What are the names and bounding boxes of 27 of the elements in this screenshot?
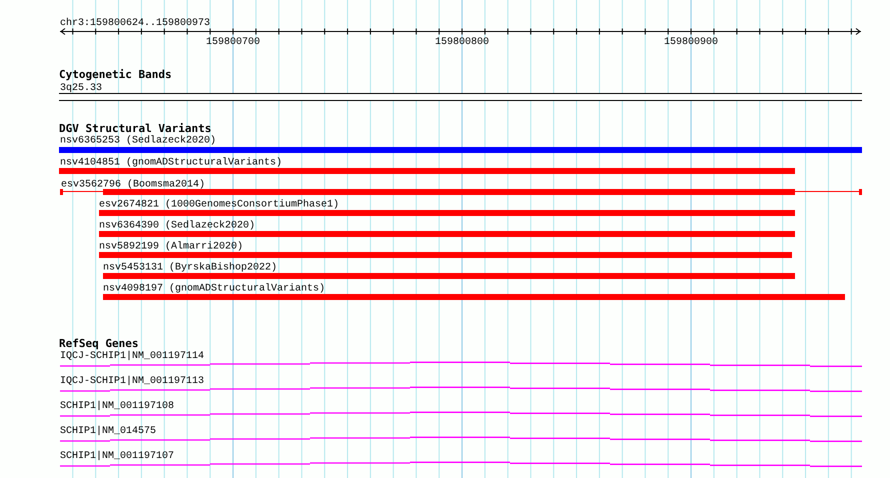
track-title: DGV Structural Variants: [59, 122, 212, 135]
gene-label: SCHIP1|NM_001197108: [60, 401, 174, 412]
gene-line[interactable]: [59, 436, 863, 442]
variant-label: esv2674821 (1000GenomesConsortiumPhase1): [99, 200, 340, 210]
variant-label: nsv5453131 (ByrskaBishop2022): [103, 262, 278, 274]
variant-label: esv3562796 (Boomsma2014): [61, 180, 206, 190]
location-label: chr3:159800624..159800973: [60, 18, 210, 29]
variant-bar[interactable]: [60, 189, 862, 195]
gene-label: SCHIP1|NM_014575: [60, 426, 156, 437]
variant-label: nsv6365253 (Sedlazeck2020): [60, 136, 216, 146]
band-label: 3q25.33: [60, 83, 102, 94]
gene-label: IQCJ-SCHIP1|NM_001197113: [60, 376, 204, 387]
gene-line[interactable]: [59, 462, 863, 467]
gene-line[interactable]: [59, 362, 863, 367]
variant-label: nsv4104851 (gnomADStructuralVariants): [60, 158, 282, 168]
gene-line[interactable]: [59, 412, 863, 417]
tick-label: 159800800: [435, 37, 490, 48]
variant-label: nsv6364390 (Sedlazeck2020): [99, 220, 256, 232]
gene-label: SCHIP1|NM_001197107: [60, 451, 174, 462]
track-title: RefSeq Genes: [59, 337, 138, 350]
tick-label: 159800900: [664, 37, 718, 48]
variant-label: nsv5892199 (Almarri2020): [99, 242, 244, 252]
tick-label: 159800700: [206, 37, 260, 48]
gene-line[interactable]: [59, 386, 863, 392]
track-title: Cytogenetic Bands: [59, 68, 172, 81]
variant-label: nsv4098197 (gnomADStructuralVariants): [103, 284, 326, 294]
gene-label: IQCJ-SCHIP1|NM_001197114: [60, 351, 204, 362]
